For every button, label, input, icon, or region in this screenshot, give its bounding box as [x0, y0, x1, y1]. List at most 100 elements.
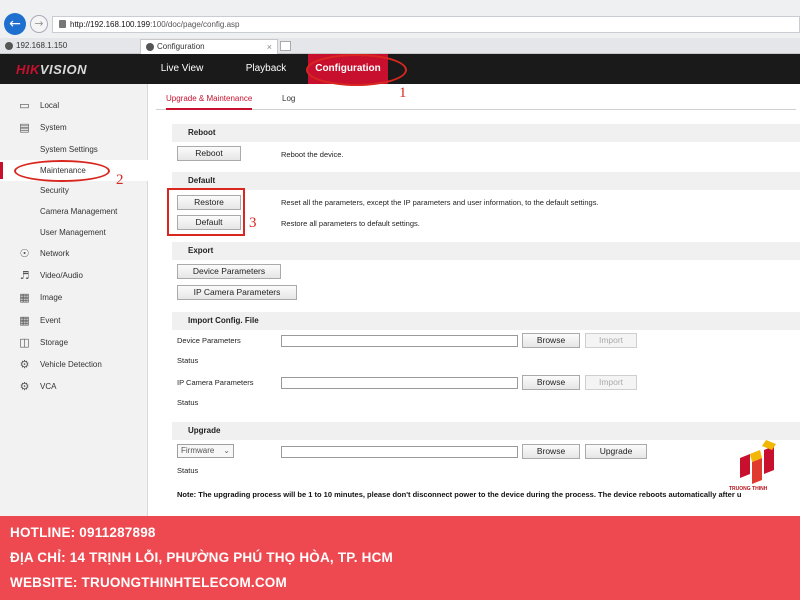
sidebar-item-label: Network	[40, 249, 70, 258]
sidebar-item-system-settings[interactable]: System Settings	[0, 139, 148, 160]
device-parameters-browse-button[interactable]: Browse	[522, 333, 580, 348]
sidebar-item-label: VCA	[40, 382, 57, 391]
sidebar-item-vca[interactable]: ⚙ VCA	[0, 376, 148, 397]
forward-arrow-icon[interactable]: →	[30, 15, 48, 33]
sidebar-item-label: System	[40, 123, 67, 132]
upgrade-status-label: Status	[177, 466, 199, 475]
image-icon: ▦	[19, 291, 30, 304]
contact-banner: HOTLINE: 0911287898 ĐỊA CHỈ: 14 TRỊNH LỖ…	[0, 516, 800, 600]
subtab-bar: Upgrade & Maintenance Log	[156, 90, 796, 110]
ip-camera-parameters-browse-button[interactable]: Browse	[522, 375, 580, 390]
annotation-number-1: 1	[399, 85, 407, 101]
sidebar-item-local[interactable]: ▭ Local	[0, 95, 148, 116]
sidebar: ▭ Local ▤ System System Settings Mainten…	[0, 84, 148, 516]
globe-icon: ☉	[19, 247, 30, 260]
upgrade-browse-button[interactable]: Browse	[522, 444, 580, 459]
sidebar-item-label: Video/Audio	[40, 271, 83, 280]
address-bar[interactable]: http://192.168.100.199:100/doc/page/conf…	[52, 16, 800, 33]
browser-tab-configuration[interactable]: Configuration ×	[140, 39, 278, 54]
sidebar-item-label: Security	[40, 186, 69, 195]
annotation-ellipse-maintenance	[14, 160, 110, 182]
default-description: Restore all parameters to default settin…	[281, 219, 420, 228]
section-import-heading: Import Config. File	[172, 312, 800, 330]
ip-camera-parameters-label: IP Camera Parameters	[177, 378, 254, 387]
browser-tab-label: Configuration	[157, 42, 205, 51]
sidebar-item-label: Event	[40, 316, 61, 325]
upgrade-type-select[interactable]: Firmware ⌄	[177, 444, 234, 458]
sidebar-item-security[interactable]: Security	[0, 180, 148, 201]
section-default-heading: Default	[172, 172, 800, 190]
tab-log[interactable]: Log	[282, 92, 295, 110]
tab-upgrade-maintenance[interactable]: Upgrade & Maintenance	[166, 92, 253, 110]
browser-toolbar: ← → http://192.168.100.199:100/doc/page/…	[0, 0, 800, 38]
logo-text-rest: VISION	[39, 62, 87, 77]
restore-description: Reset all the parameters, except the IP …	[281, 198, 599, 207]
nav-live-view[interactable]: Live View	[152, 54, 212, 84]
tab-strip: 192.168.1.150 Configuration ×	[0, 38, 800, 54]
upgrade-file-input[interactable]	[281, 446, 518, 458]
monitor-icon: ▭	[19, 99, 30, 112]
annotation-number-3: 3	[249, 215, 257, 231]
new-tab-button[interactable]	[280, 41, 291, 51]
back-arrow-icon[interactable]: ←	[4, 13, 26, 35]
sidebar-item-label: System Settings	[40, 145, 98, 154]
annotation-ellipse-configuration	[306, 54, 407, 86]
close-icon[interactable]: ×	[267, 40, 272, 54]
sidebar-item-video-audio[interactable]: ♬ Video/Audio	[0, 265, 148, 286]
main-content: Upgrade & Maintenance Log Reboot Reboot …	[148, 84, 800, 516]
sidebar-item-label: Vehicle Detection	[40, 360, 102, 369]
ip-camera-parameters-file-input[interactable]	[281, 377, 518, 389]
storage-icon: ◫	[19, 336, 30, 349]
sidebar-item-label: Storage	[40, 338, 69, 347]
hotline-text: HOTLINE: 0911287898	[10, 525, 156, 540]
hikvision-logo: HIKVISION	[16, 62, 87, 77]
export-device-parameters-button[interactable]: Device Parameters	[177, 264, 281, 279]
sidebar-item-vehicle-detection[interactable]: ⚙ Vehicle Detection	[0, 354, 148, 375]
calendar-icon: ▦	[19, 314, 30, 327]
sidebar-item-label: Local	[40, 101, 60, 110]
sidebar-item-label: Camera Management	[40, 207, 118, 216]
device-parameters-file-input[interactable]	[281, 335, 518, 347]
tab-favicon-icon	[146, 43, 154, 51]
nav-playback[interactable]: Playback	[236, 54, 296, 84]
annotation-number-2: 2	[116, 172, 124, 188]
browser-tab-label: 192.168.1.150	[16, 41, 68, 50]
section-reboot-heading: Reboot	[172, 124, 800, 142]
reboot-description: Reboot the device.	[281, 150, 344, 159]
logo-text-red: HIK	[16, 62, 40, 77]
reboot-button[interactable]: Reboot	[177, 146, 241, 161]
section-export-heading: Export	[172, 242, 800, 260]
upgrade-type-value: Firmware	[181, 446, 215, 455]
chevron-down-icon: ⌄	[223, 446, 230, 455]
system-icon: ▤	[19, 121, 30, 134]
sidebar-item-image[interactable]: ▦ Image	[0, 287, 148, 308]
sidebar-item-user-management[interactable]: User Management	[0, 222, 148, 243]
brand-logo-text: TRUONG THINH	[729, 486, 768, 492]
sidebar-item-event[interactable]: ▦ Event	[0, 310, 148, 331]
sidebar-item-storage[interactable]: ◫ Storage	[0, 332, 148, 353]
sidebar-item-system[interactable]: ▤ System	[0, 117, 148, 138]
upgrade-note: Note: The upgrading process will be 1 to…	[177, 490, 742, 499]
device-parameters-import-button[interactable]: Import	[585, 333, 637, 348]
sidebar-item-network[interactable]: ☉ Network	[0, 243, 148, 264]
device-parameters-status-label: Status	[177, 356, 199, 365]
vca-icon: ⚙	[19, 380, 30, 393]
brand-logo-icon	[740, 440, 776, 484]
sidebar-item-label: Image	[40, 293, 63, 302]
annotation-box-default-buttons	[167, 188, 245, 236]
address-path: :100/doc/page/config.asp	[150, 20, 240, 29]
website-text: WEBSITE: TRUONGTHINHTELECOM.COM	[10, 575, 287, 590]
address-host: http://192.168.100.199	[70, 20, 151, 29]
browser-tab-ip[interactable]: 192.168.1.150	[0, 39, 140, 54]
upgrade-button[interactable]: Upgrade	[585, 444, 647, 459]
tab-favicon-icon	[5, 42, 13, 50]
sidebar-item-label: User Management	[40, 228, 106, 237]
export-ip-camera-parameters-button[interactable]: IP Camera Parameters	[177, 285, 297, 300]
address-text: ĐỊA CHỈ: 14 TRỊNH LỖI, PHƯỜNG PHÚ THỌ HÒ…	[10, 550, 393, 565]
device-parameters-label: Device Parameters	[177, 336, 241, 345]
ip-camera-parameters-import-button[interactable]: Import	[585, 375, 637, 390]
page-icon	[59, 20, 66, 28]
sidebar-item-camera-management[interactable]: Camera Management	[0, 201, 148, 222]
vehicle-detection-icon: ⚙	[19, 358, 30, 371]
video-audio-icon: ♬	[19, 269, 30, 282]
